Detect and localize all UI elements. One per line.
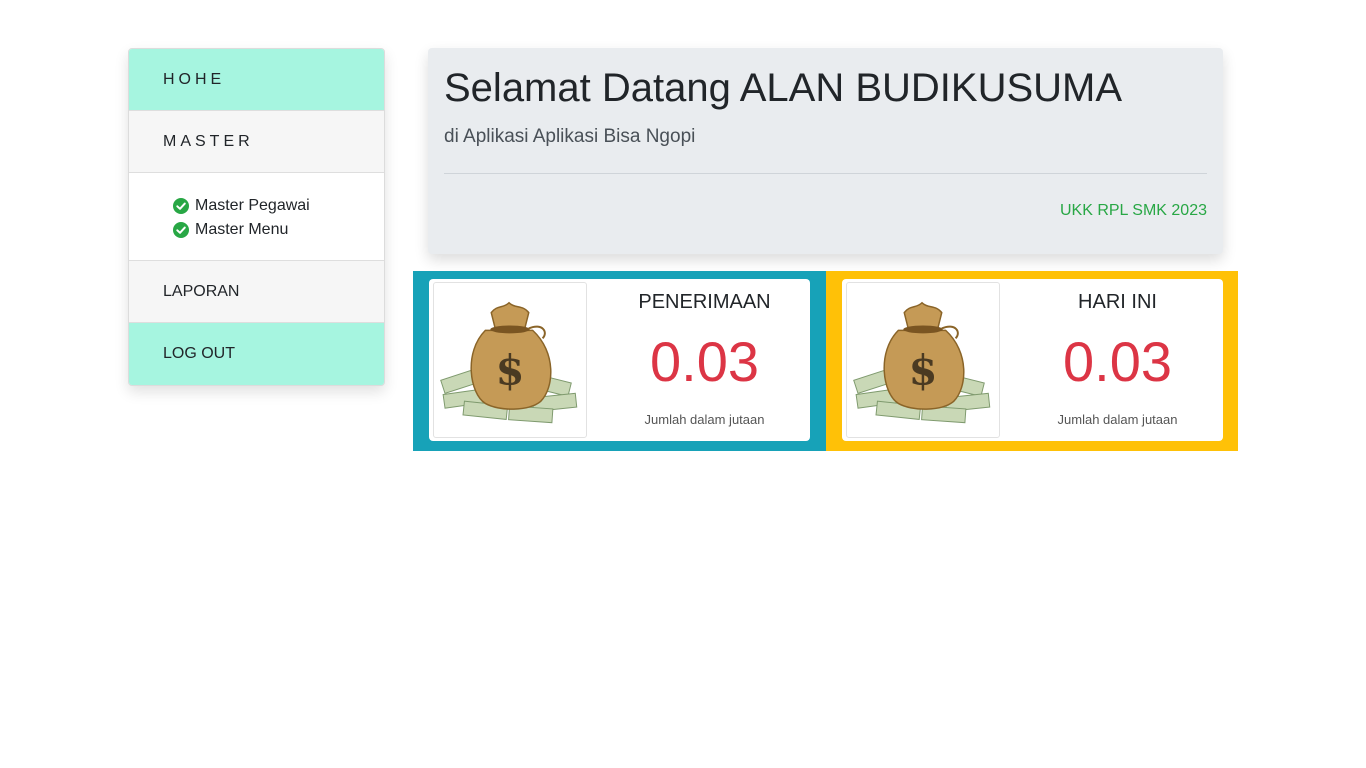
sidebar-item-logout-label: LOG OUT bbox=[163, 345, 236, 362]
divider bbox=[444, 173, 1207, 174]
welcome-jumbotron: Selamat Datang ALAN BUDIKUSUMA di Aplika… bbox=[428, 48, 1223, 254]
welcome-subtitle: di Aplikasi Aplikasi Bisa Ngopi bbox=[444, 126, 696, 147]
sidebar-item-home[interactable]: HOHE bbox=[129, 49, 384, 111]
footer-text: UKK RPL SMK 2023 bbox=[1059, 202, 1207, 219]
svg-text:$: $ bbox=[909, 346, 938, 395]
card-note-penerimaan: Jumlah dalam jutaan bbox=[644, 412, 765, 427]
money-bag-icon: $ bbox=[853, 301, 991, 424]
sidebar-item-logout[interactable]: LOG OUT bbox=[129, 323, 384, 385]
sidebar-item-home-label: HOHE bbox=[163, 70, 226, 88]
sidebar-item-laporan-label: LAPORAN bbox=[163, 282, 240, 300]
sidebar-item-master-label: MASTER bbox=[163, 132, 254, 150]
card-label-hari-ini: HARI INI bbox=[1078, 291, 1157, 313]
money-bag-icon: $ bbox=[440, 301, 578, 424]
money-bag-image: $ bbox=[846, 282, 1000, 438]
card-label-penerimaan: PENERIMAAN bbox=[638, 291, 771, 313]
sidebar-menu: HOHE MASTER Master Pegawai Master Menu L… bbox=[128, 48, 385, 386]
card-value-penerimaan: 0.03 bbox=[650, 330, 759, 393]
submenu-item-master-menu[interactable]: Master Menu bbox=[173, 218, 384, 242]
master-submenu: Master Pegawai Master Menu bbox=[129, 173, 384, 261]
welcome-title: Selamat Datang ALAN BUDIKUSUMA bbox=[444, 66, 1123, 110]
card-value-hari-ini: 0.03 bbox=[1063, 330, 1172, 393]
penerimaan-panel: $ PENERIMAAN 0.03 Jumlah dalam jutaan bbox=[413, 271, 826, 451]
submenu-item-label: Master Pegawai bbox=[195, 197, 310, 214]
sidebar-item-laporan[interactable]: LAPORAN bbox=[129, 261, 384, 323]
card-note-hari-ini: Jumlah dalam jutaan bbox=[1057, 412, 1178, 427]
money-bag-image: $ bbox=[433, 282, 587, 438]
check-circle-icon bbox=[173, 222, 189, 238]
hari-ini-card: $ HARI INI 0.03 Jumlah dalam jutaan bbox=[842, 279, 1223, 441]
svg-text:$: $ bbox=[496, 346, 525, 395]
hari-ini-panel: $ HARI INI 0.03 Jumlah dalam jutaan bbox=[826, 271, 1238, 451]
submenu-item-label: Master Menu bbox=[195, 221, 289, 238]
check-circle-icon bbox=[173, 198, 189, 214]
sidebar-item-master[interactable]: MASTER bbox=[129, 111, 384, 173]
penerimaan-card: $ PENERIMAAN 0.03 Jumlah dalam jutaan bbox=[429, 279, 810, 441]
submenu-item-master-pegawai[interactable]: Master Pegawai bbox=[173, 194, 384, 218]
